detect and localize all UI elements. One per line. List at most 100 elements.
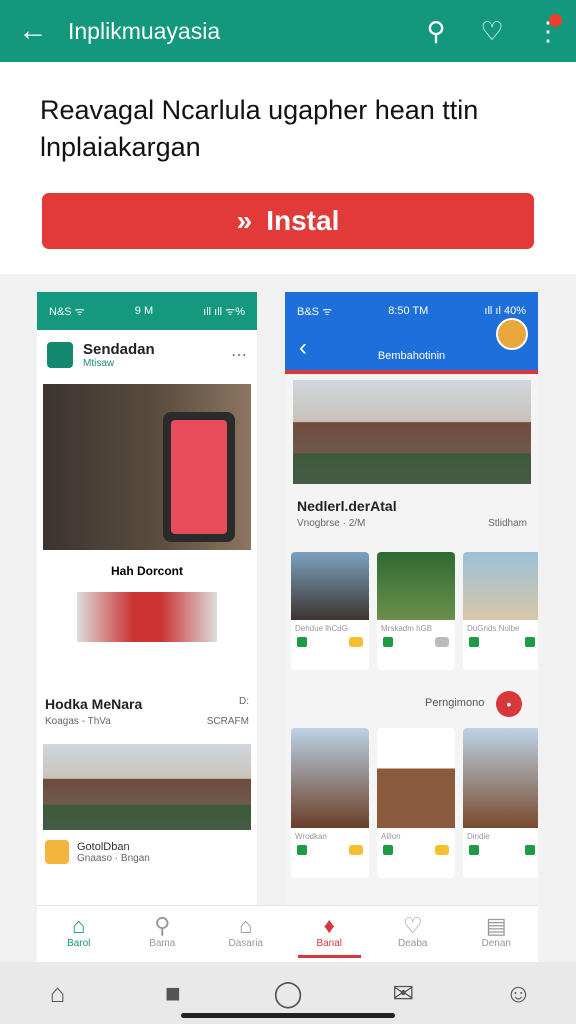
nav-label: Bama — [149, 938, 176, 949]
status-left: N&S ᯤ — [49, 305, 85, 318]
card-sub: Koagas - ThVa — [45, 716, 111, 727]
building-photo — [293, 380, 531, 484]
notification-dot — [549, 13, 562, 27]
tag-icon — [383, 845, 393, 855]
nav-item-bookmark[interactable]: ♦ Banal — [288, 906, 372, 962]
tag-icon — [383, 637, 393, 647]
screenshot-right[interactable]: B&S ᯤ 8:50 TM ıll ıl 40% ‹ Bembahotinin … — [285, 292, 538, 962]
avatar[interactable] — [496, 318, 528, 350]
badge-icon[interactable]: • — [496, 691, 522, 717]
tile[interactable]: Wrodkan — [291, 728, 369, 878]
tile[interactable]: Mrskadm hGB — [377, 552, 455, 670]
status-bar: N&S ᯤ 9 M ıll ıll ᯤ% — [37, 292, 257, 330]
search-icon[interactable]: ⚲ — [408, 16, 464, 47]
nav-item-house[interactable]: ⌂ Dasaria — [204, 906, 288, 962]
screenshot-left[interactable]: N&S ᯤ 9 M ıll ıll ᯤ% Sendadan Mtisaw ⋯ H… — [37, 292, 257, 962]
tile-meta: Wrodkan — [295, 832, 327, 841]
circle-icon[interactable]: ◯ — [230, 978, 345, 1009]
status-time: 9 M — [134, 305, 154, 317]
card-title: Nedlerl.derAtal — [297, 498, 397, 514]
chat-icon — [349, 637, 363, 647]
nav-label: Denan — [481, 938, 511, 949]
arrow-left-icon[interactable]: ← — [18, 16, 58, 46]
section-header: Perngimono — [425, 697, 484, 709]
more-icon[interactable]: ⋯ — [231, 345, 247, 365]
house-outline-icon: ⌂ — [239, 913, 253, 938]
card-sub: Vnogbrse · 2/M — [297, 518, 366, 529]
tile-meta: Dindie — [467, 832, 490, 841]
nav-item-search[interactable]: ⚲ Bama — [121, 906, 205, 962]
tile[interactable]: Dindie — [463, 728, 538, 878]
bottom-card[interactable]: GotolDban Gnaaso · Bngan — [45, 840, 249, 864]
banner-title: Hah Dorcont — [111, 564, 183, 578]
tag-icon — [469, 845, 479, 855]
list-icon: ▤ — [485, 913, 507, 938]
card-info: Nedlerl.derAtal Vnogbrse · 2/M Stlidham — [297, 498, 527, 529]
heart-icon[interactable]: ♡ — [464, 16, 520, 47]
tag-icon — [297, 845, 307, 855]
search-icon: ⚲ — [154, 913, 171, 938]
bottom-sub: Gnaaso · Bngan — [77, 852, 150, 864]
card-title: Hodka MeNara — [45, 696, 143, 712]
tile[interactable]: DuGnds Nolbe — [463, 552, 538, 670]
phone-mockup — [163, 412, 235, 542]
bottom-title: GotolDban — [77, 840, 130, 853]
inner-bottom-nav: ⌂ Barol ⚲ Bama ⌂ Dasaria ♦ Banal ♡ Deaba ▤ Den… — [37, 905, 538, 962]
person-icon[interactable]: ☺ — [461, 978, 576, 1009]
app-header: ‹ Bembahotinin — [285, 318, 538, 374]
install-label: Instal — [266, 205, 340, 236]
tag-icon — [297, 637, 307, 647]
hero-photo — [43, 384, 251, 550]
chat-icon — [525, 637, 535, 647]
status-left: B&S ᯤ — [297, 305, 333, 318]
tile[interactable]: Dehdue lhCdG — [291, 552, 369, 670]
banner: Hah Dorcont — [43, 554, 251, 674]
home-indicator[interactable] — [181, 1013, 395, 1018]
heart-outline-icon: ♡ — [402, 913, 423, 938]
more-vert-icon[interactable]: ⋮ — [520, 13, 576, 47]
nav-label: Deaba — [398, 938, 428, 949]
tag-icon — [469, 637, 479, 647]
card-right: D: — [239, 696, 249, 707]
home-outline-icon[interactable]: ⌂ — [0, 978, 115, 1009]
app-header: Sendadan Mtisaw ⋯ — [37, 330, 257, 380]
app-name: Sendadan — [83, 341, 155, 358]
chat-icon — [349, 845, 363, 855]
card-logo — [45, 840, 69, 864]
forward-icon: » — [236, 205, 253, 236]
install-button[interactable]: » Instal — [42, 193, 534, 249]
mail-icon[interactable]: ✉ — [346, 978, 461, 1009]
card-right: Stlidham — [488, 518, 527, 529]
chat-icon — [435, 637, 449, 647]
app-sub: Mtisaw — [83, 358, 115, 369]
chat-icon[interactable]: ■ — [115, 978, 230, 1009]
nav-item-heart[interactable]: ♡ Deaba — [371, 906, 455, 962]
nav-item-list[interactable]: ▤ Denan — [455, 906, 539, 962]
card-sub-right: SCRAFM — [206, 716, 249, 727]
nav-label: Dasaria — [228, 938, 263, 949]
nav-item-home[interactable]: ⌂ Barol — [37, 906, 121, 962]
app-topbar: ← Inplikmuayasia ⚲ ♡ ⋮ — [0, 0, 576, 62]
card-info: Hodka MeNara D: Koagas - ThVa SCRAFM — [45, 696, 249, 727]
tile-meta: Alilon — [381, 832, 401, 841]
section-label: Perngimono — [425, 697, 485, 709]
bookmark-icon: ♦ — [323, 913, 335, 938]
app-title: Inplikmuayasia — [68, 17, 221, 44]
app-logo — [47, 342, 73, 368]
status-time: 8:50 TM — [388, 305, 429, 317]
chat-icon — [525, 845, 535, 855]
building-photo — [43, 744, 251, 830]
tile-meta: Dehdue lhCdG — [295, 624, 348, 633]
nav-label: Banal — [316, 938, 343, 949]
home-icon: ⌂ — [72, 913, 86, 938]
tile-grid-1: Dehdue lhCdG Mrskadm hGB DuGnds Nolbe — [291, 552, 538, 670]
tile[interactable]: Alilon — [377, 728, 455, 878]
nav-label: Barol — [67, 938, 91, 949]
header-title: Bembahotinin — [377, 350, 446, 362]
winged-emblem — [77, 592, 217, 642]
tile-meta: Mrskadm hGB — [381, 624, 433, 633]
status-right: ıll ıll ᯤ% — [203, 305, 245, 318]
status-right: ıll ıl 40% — [484, 305, 526, 317]
page-headline: Reavagal Ncarlula ugapher hean ttin lnpl… — [40, 95, 479, 162]
tile-meta: DuGnds Nolbe — [467, 624, 520, 633]
